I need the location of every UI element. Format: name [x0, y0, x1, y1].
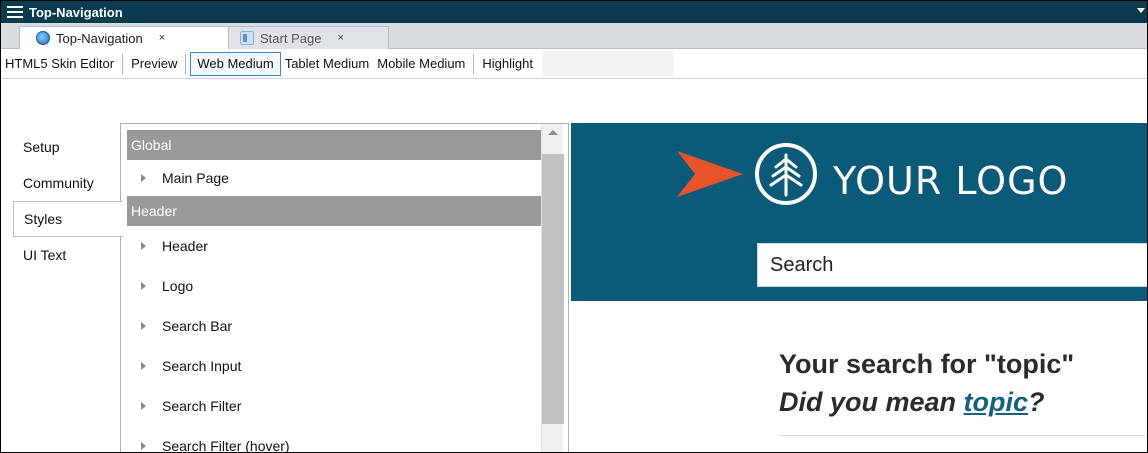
group-header-header: Header [127, 196, 541, 226]
side-tabs: Setup Community Styles UI Text [13, 129, 123, 273]
style-item-header[interactable]: Header [127, 226, 541, 266]
scrollbar-thumb[interactable] [542, 154, 564, 424]
app-window: Top-Navigation Top-Navigation × Start Pa… [0, 0, 1148, 453]
web-medium-button[interactable]: Web Medium [190, 51, 281, 76]
tab-label: Start Page [260, 30, 322, 46]
group-header-global: Global [127, 130, 541, 160]
style-item-label: Search Input [162, 358, 242, 374]
side-tab-ui-text[interactable]: UI Text [13, 237, 121, 273]
style-item-search-filter-hover[interactable]: Search Filter (hover) [127, 426, 541, 453]
style-item-search-bar[interactable]: Search Bar [127, 306, 541, 346]
start-page-icon [240, 31, 254, 45]
editor-toolbar: HTML5 Skin Editor Preview Web Medium Tab… [1, 49, 1147, 79]
toolbar-separator [122, 53, 124, 74]
style-item-label: Search Filter [162, 398, 242, 414]
style-tree-panel: Global Main Page Header Header Logo Sear… [120, 123, 569, 453]
style-item-label: Header [162, 238, 208, 254]
highlight-button[interactable]: Highlight [478, 52, 537, 76]
document-tab-strip: Top-Navigation × Start Page × [1, 23, 1147, 49]
expand-arrow-icon[interactable] [141, 442, 146, 450]
skin-preview-pane: YOUR LOGO Search Your search for "topic"… [571, 123, 1147, 452]
toolbar-empty-area [542, 51, 673, 76]
scroll-up-arrow-icon[interactable] [548, 130, 558, 135]
style-item-label: Main Page [162, 170, 229, 186]
did-you-mean-link[interactable]: topic [964, 387, 1029, 417]
close-tab-icon[interactable]: × [337, 32, 343, 44]
style-item-search-filter[interactable]: Search Filter [127, 386, 541, 426]
globe-icon [36, 31, 50, 45]
style-item-label: Search Bar [162, 318, 233, 334]
html5-skin-editor-button[interactable]: HTML5 Skin Editor [1, 52, 118, 76]
window-title: Top-Navigation [29, 4, 123, 20]
style-item-search-input[interactable]: Search Input [127, 346, 541, 386]
side-tab-styles[interactable]: Styles [13, 201, 123, 237]
did-you-mean-suffix: ? [1028, 387, 1045, 417]
preview-search-input[interactable]: Search [757, 243, 1147, 287]
expand-arrow-icon[interactable] [141, 282, 146, 290]
style-tree: Global Main Page Header Header Logo Sear… [127, 130, 541, 453]
title-bar: Top-Navigation [1, 1, 1147, 23]
side-tab-community[interactable]: Community [13, 165, 121, 201]
arrow-logo-icon [677, 151, 743, 197]
tree-logo-icon [755, 143, 817, 205]
toolbar-separator [473, 53, 475, 74]
style-item-main-page[interactable]: Main Page [127, 160, 541, 196]
expand-arrow-icon[interactable] [141, 402, 146, 410]
tablet-medium-button[interactable]: Tablet Medium [281, 52, 374, 76]
side-tab-setup[interactable]: Setup [13, 129, 121, 165]
tab-start-page[interactable]: Start Page × [223, 26, 389, 49]
tab-label: Top-Navigation [56, 30, 143, 46]
did-you-mean-prefix: Did you mean [779, 387, 964, 417]
search-results-heading: Your search for "topic" [779, 349, 1075, 379]
expand-arrow-icon[interactable] [141, 362, 146, 370]
logo-text: YOUR LOGO [833, 159, 1069, 203]
toolbar-separator [185, 53, 187, 74]
style-item-label: Logo [162, 278, 194, 294]
did-you-mean-text: Did you mean topic? [779, 387, 1045, 418]
style-item-logo[interactable]: Logo [127, 266, 541, 306]
hamburger-menu-icon[interactable] [7, 6, 23, 18]
divider [779, 435, 1147, 436]
window-menu-caret-icon[interactable] [1137, 8, 1145, 13]
expand-arrow-icon[interactable] [141, 174, 146, 182]
style-item-label: Search Filter (hover) [162, 438, 290, 453]
expand-arrow-icon[interactable] [141, 322, 146, 330]
vertical-scrollbar[interactable] [541, 124, 564, 452]
preview-header-banner: YOUR LOGO Search [571, 123, 1147, 301]
close-tab-icon[interactable]: × [159, 32, 165, 44]
preview-button[interactable]: Preview [127, 52, 181, 76]
expand-arrow-icon[interactable] [141, 242, 146, 250]
mobile-medium-button[interactable]: Mobile Medium [373, 52, 469, 76]
tab-top-navigation[interactable]: Top-Navigation × [19, 26, 229, 49]
